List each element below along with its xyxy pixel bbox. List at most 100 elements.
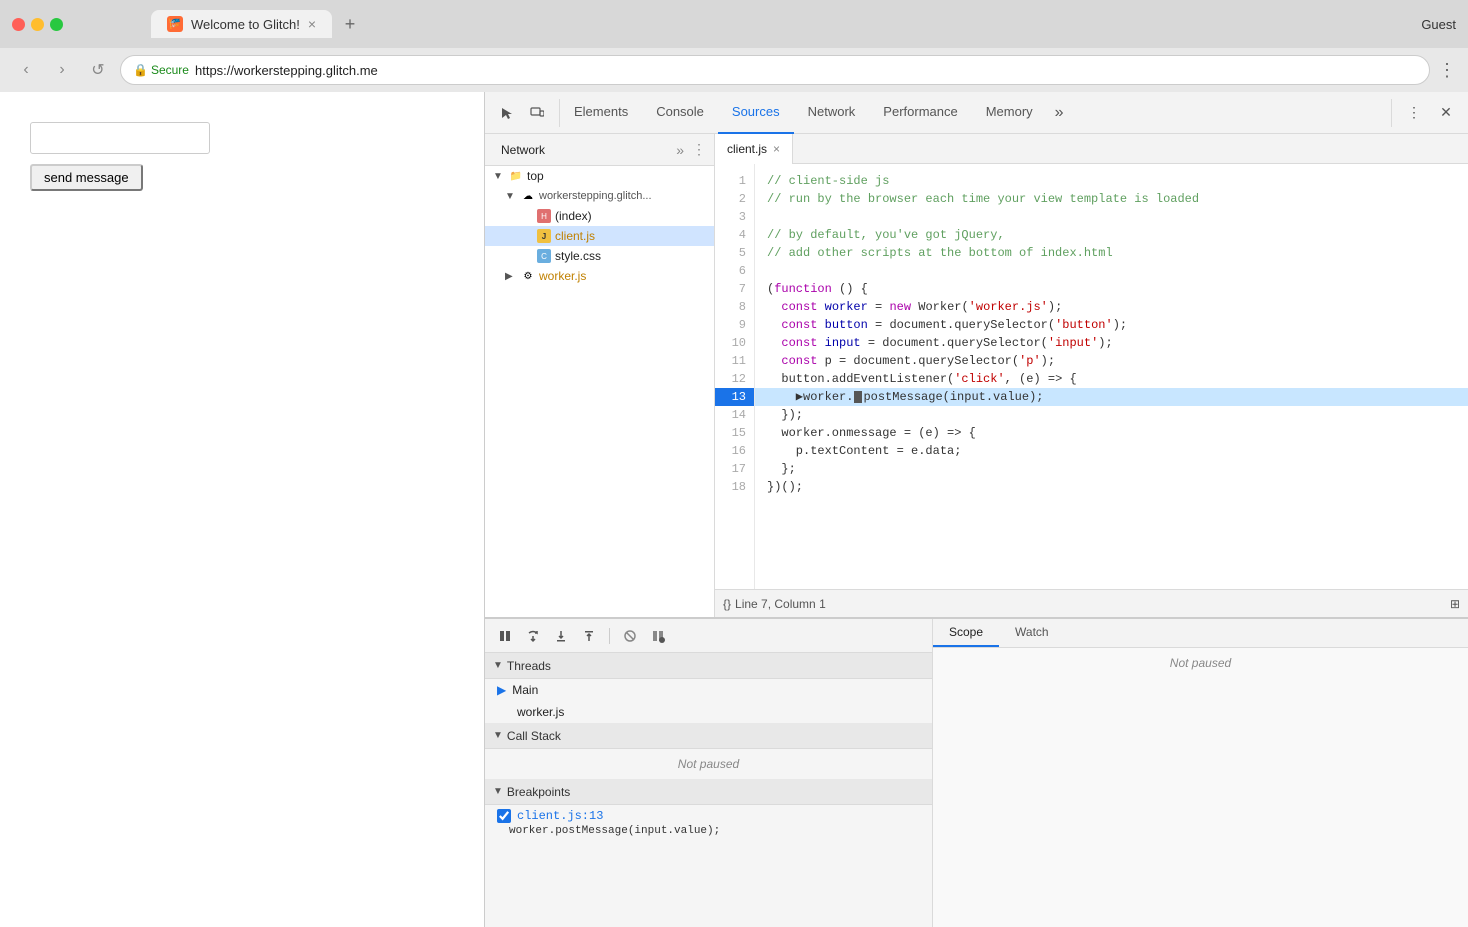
- line-18: 18: [715, 478, 754, 496]
- code-line-8: const worker = new Worker('worker.js');: [755, 298, 1468, 316]
- minimize-window-button[interactable]: [31, 18, 44, 31]
- scope-not-paused: Not paused: [933, 648, 1468, 678]
- breakpoint-item: client.js:13 worker.postMessage(input.va…: [485, 805, 932, 843]
- address-bar[interactable]: 🔒 Secure https://workerstepping.glitch.m…: [120, 55, 1430, 85]
- tab-console[interactable]: Console: [642, 92, 718, 134]
- code-lines: // client-side js // run by the browser …: [755, 164, 1468, 589]
- close-window-button[interactable]: [12, 18, 25, 31]
- tab-elements[interactable]: Elements: [560, 92, 642, 134]
- traffic-lights[interactable]: [12, 18, 63, 31]
- breakpoint-checkbox[interactable]: [497, 809, 511, 823]
- thread-main-arrow: ▶: [497, 683, 506, 697]
- tree-item-clientjs[interactable]: ▶ J client.js: [485, 226, 714, 246]
- line-1: 1: [715, 172, 754, 190]
- line-10: 10: [715, 334, 754, 352]
- devtools-tabs: Elements Console Sources Network Perform…: [560, 92, 1391, 134]
- code-line-9: const button = document.querySelector('b…: [755, 316, 1468, 334]
- expand-icon[interactable]: ⊞: [1450, 597, 1460, 611]
- scope-watch-tabs: Scope Watch: [933, 619, 1468, 648]
- call-stack-label: Call Stack: [507, 729, 561, 743]
- code-line-6: [755, 262, 1468, 280]
- browser-tab[interactable]: 🎏 Welcome to Glitch! ×: [151, 10, 332, 38]
- threads-section-header[interactable]: ▼ Threads: [485, 653, 932, 679]
- tree-label-workerjs: worker.js: [539, 269, 586, 283]
- code-line-2: // run by the browser each time your vie…: [755, 190, 1468, 208]
- devtools-close-button[interactable]: ✕: [1432, 99, 1460, 127]
- tree-label-clientjs: client.js: [555, 229, 595, 243]
- back-button[interactable]: ‹: [12, 56, 40, 84]
- tree-item-workerjs[interactable]: ▶ ⚙ worker.js: [485, 266, 714, 286]
- editor-tab-close[interactable]: ×: [773, 142, 780, 156]
- thread-worker[interactable]: worker.js: [485, 701, 932, 723]
- code-line-7: (function () {: [755, 280, 1468, 298]
- tab-network[interactable]: Network: [794, 92, 870, 134]
- page-content: send message: [0, 92, 484, 927]
- tree-arrow-workerjs: ▶: [505, 271, 517, 282]
- line-3: 3: [715, 208, 754, 226]
- line-17: 17: [715, 460, 754, 478]
- lock-icon: 🔒: [133, 63, 148, 77]
- step-into-button[interactable]: [549, 624, 573, 648]
- breakpoints-section-header[interactable]: ▼ Breakpoints: [485, 779, 932, 805]
- step-out-button[interactable]: [577, 624, 601, 648]
- code-line-17: };: [755, 460, 1468, 478]
- line-16: 16: [715, 442, 754, 460]
- reload-button[interactable]: ↺: [84, 56, 112, 84]
- scope-tab[interactable]: Scope: [933, 619, 999, 647]
- pause-button[interactable]: [493, 624, 517, 648]
- editor-tab-clientjs[interactable]: client.js ×: [715, 134, 793, 164]
- step-over-button[interactable]: [521, 624, 545, 648]
- line-7: 7: [715, 280, 754, 298]
- css-icon: C: [537, 249, 551, 263]
- line-4: 4: [715, 226, 754, 244]
- tree-item-domain[interactable]: ▼ ☁ workerstepping.glitch...: [485, 186, 714, 206]
- cursor-position: Line 7, Column 1: [735, 597, 826, 611]
- line-11: 11: [715, 352, 754, 370]
- code-line-15: worker.onmessage = (e) => {: [755, 424, 1468, 442]
- url-text: https://workerstepping.glitch.me: [195, 63, 378, 78]
- line-9: 9: [715, 316, 754, 334]
- watch-tab[interactable]: Watch: [999, 619, 1065, 647]
- message-input[interactable]: [30, 122, 210, 154]
- code-line-5: // add other scripts at the bottom of in…: [755, 244, 1468, 262]
- left-panel-menu[interactable]: ⋮: [692, 141, 706, 158]
- call-stack-section-header[interactable]: ▼ Call Stack: [485, 723, 932, 749]
- tree-label-top: top: [527, 169, 544, 183]
- line-13: 13: [715, 388, 754, 406]
- left-panel-more[interactable]: »: [676, 142, 684, 158]
- more-tabs-button[interactable]: »: [1047, 92, 1072, 134]
- devtools-cursor-icon[interactable]: [493, 99, 521, 127]
- new-tab-button[interactable]: +: [336, 10, 364, 38]
- cloud-icon: ☁: [521, 189, 535, 203]
- html-icon: H: [537, 209, 551, 223]
- breakpoints-label: Breakpoints: [507, 785, 570, 799]
- line-14: 14: [715, 406, 754, 424]
- send-message-button[interactable]: send message: [30, 164, 143, 191]
- devtools-responsive-icon[interactable]: [523, 99, 551, 127]
- status-bar: {} Line 7, Column 1 ⊞: [715, 589, 1468, 617]
- devtools-more-button[interactable]: ⋮: [1400, 99, 1428, 127]
- forward-button[interactable]: ›: [48, 56, 76, 84]
- thread-main[interactable]: ▶ Main: [485, 679, 932, 701]
- tree-arrow-domain: ▼: [505, 191, 517, 202]
- debug-toolbar: [485, 619, 932, 653]
- tab-performance[interactable]: Performance: [869, 92, 971, 134]
- secure-badge: 🔒 Secure: [133, 63, 189, 77]
- more-options-button[interactable]: ⋮: [1438, 60, 1456, 81]
- code-line-12: button.addEventListener('click', (e) => …: [755, 370, 1468, 388]
- tree-item-stylecss[interactable]: ▶ C style.css: [485, 246, 714, 266]
- tab-title: Welcome to Glitch!: [191, 17, 300, 32]
- maximize-window-button[interactable]: [50, 18, 63, 31]
- network-tab-label[interactable]: Network: [493, 139, 553, 161]
- deactivate-breakpoints-button[interactable]: [618, 624, 642, 648]
- breakpoint-code: worker.postMessage(input.value);: [497, 823, 920, 839]
- tab-sources[interactable]: Sources: [718, 92, 794, 134]
- tree-item-index[interactable]: ▶ H (index): [485, 206, 714, 226]
- tree-arrow-top: ▼: [493, 171, 505, 182]
- pause-on-exceptions-button[interactable]: [646, 624, 670, 648]
- tab-memory[interactable]: Memory: [972, 92, 1047, 134]
- tree-item-top[interactable]: ▼ 📁 top: [485, 166, 714, 186]
- callstack-arrow-icon: ▼: [493, 730, 503, 741]
- code-editor-content[interactable]: 1 2 3 4 5 6 7 8 9 10 11 12 13: [715, 164, 1468, 589]
- tab-close-button[interactable]: ×: [308, 16, 316, 32]
